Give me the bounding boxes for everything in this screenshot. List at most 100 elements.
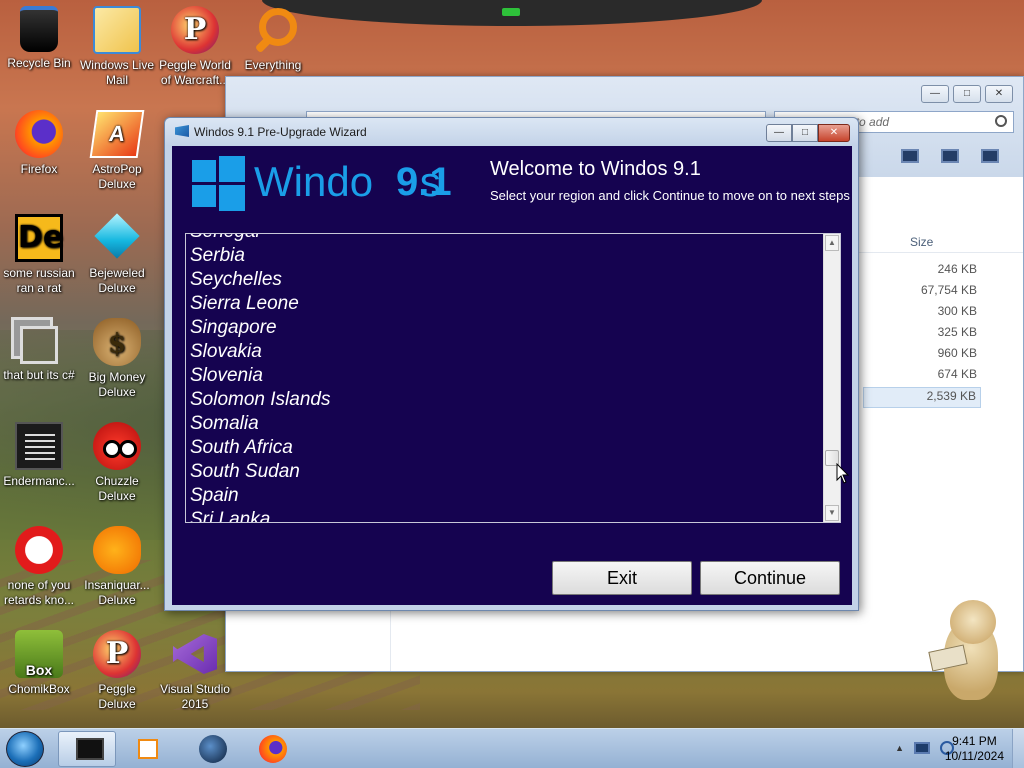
file-size[interactable]: 325 KB (863, 324, 977, 345)
wizard-maximize-button[interactable]: □ (792, 124, 818, 142)
show-hidden-icons-arrow-icon[interactable]: ▲ (895, 743, 904, 753)
desktop-icon-peggle-deluxe[interactable]: P Peggle Deluxe (78, 630, 156, 712)
taskbar-item-browser[interactable] (184, 731, 242, 767)
mail-icon (93, 6, 141, 54)
taskbar: ▲ 9:41 PM 10/11/2024 (0, 728, 1024, 768)
desktop-icon-label: Chuzzle Deluxe (95, 474, 139, 503)
desktop-icon-insaniquarium[interactable]: Insaniquar... Deluxe (78, 526, 156, 608)
region-list: Senegal Serbia Seychelles Sierra Leone S… (190, 234, 330, 522)
media-player-icon (138, 739, 158, 759)
desktop-icon-label: AstroPop Deluxe (92, 162, 142, 191)
taskbar-item-firefox[interactable] (244, 731, 302, 767)
continue-button[interactable]: Continue (700, 561, 840, 595)
desktop-icon-recycle-bin[interactable]: Recycle Bin (0, 6, 78, 71)
money-bag-icon: $ (93, 318, 141, 366)
desktop-icon-everything[interactable]: Everything (234, 6, 312, 73)
clock-time: 9:41 PM (952, 734, 997, 748)
scroll-down-arrow-icon[interactable]: ▼ (825, 505, 839, 521)
file-size[interactable]: 67,754 KB (863, 282, 977, 303)
scroll-up-arrow-icon[interactable]: ▲ (825, 235, 839, 251)
recycle-bin-icon (20, 6, 58, 52)
explorer-close-button[interactable]: ✕ (985, 85, 1013, 103)
region-item[interactable]: Solomon Islands (190, 388, 330, 412)
region-item[interactable]: Somalia (190, 412, 330, 436)
terminal-icon (15, 422, 63, 470)
upgrade-wizard-window[interactable]: Windos 9.1 Pre-Upgrade Wizard — □ ✕ Wind… (164, 117, 859, 611)
show-desktop-button[interactable] (1012, 729, 1024, 768)
desktop-icon-that-but-csharp[interactable]: that but its c# (0, 318, 78, 383)
fish-icon (93, 526, 141, 574)
help-icon[interactable] (981, 149, 999, 163)
wizard-minimize-button[interactable]: — (766, 124, 792, 142)
taskbar-clock[interactable]: 9:41 PM 10/11/2024 (945, 734, 1004, 764)
region-item[interactable]: Serbia (190, 244, 330, 268)
wizard-app-icon (175, 125, 189, 137)
desktop-icon-astropop[interactable]: A AstroPop Deluxe (78, 110, 156, 192)
wizard-title: Windos 9.1 Pre-Upgrade Wizard (194, 125, 367, 139)
file-size[interactable]: 960 KB (863, 345, 977, 366)
brand-version: 9.1 (396, 160, 452, 204)
region-item[interactable]: Slovakia (190, 340, 330, 364)
start-button[interactable] (6, 731, 44, 767)
region-item[interactable]: Sri Lanka (190, 508, 330, 522)
chomikbox-icon: Box (15, 630, 63, 678)
desktop-icon-endermanch[interactable]: Endermanc... (0, 422, 78, 489)
desktop-icon-chuzzle[interactable]: Chuzzle Deluxe (78, 422, 156, 504)
taskbar-item-media-player[interactable] (118, 731, 176, 767)
desktop-icon-visual-studio[interactable]: Visual Studio 2015 (156, 630, 234, 712)
clock-date: 10/11/2024 (944, 749, 1004, 763)
explorer-maximize-button[interactable]: □ (953, 85, 981, 103)
column-header-size[interactable]: Size (910, 235, 933, 249)
chuzzle-icon (93, 422, 141, 470)
region-item[interactable]: Seychelles (190, 268, 330, 292)
desktop-icon-label: Bejeweled Deluxe (89, 266, 145, 295)
window-icon (76, 738, 104, 760)
region-item[interactable]: South Africa (190, 436, 330, 460)
desktop-icon-russian-rat[interactable]: De some russian ran a rat (0, 214, 78, 296)
desktop-icon-label: Endermanc... (3, 474, 75, 488)
region-item[interactable]: Singapore (190, 316, 330, 340)
explorer-view-toolbar (901, 149, 999, 163)
file-size-selected[interactable]: 2,539 KB (863, 387, 981, 408)
file-size[interactable]: 300 KB (863, 303, 977, 324)
top-bezel (262, 0, 762, 26)
exit-button[interactable]: Exit (552, 561, 692, 595)
firefox-icon (15, 110, 63, 158)
mouse-cursor-icon (836, 463, 850, 484)
desktop-icon-peggle-wow[interactable]: P Peggle World of Warcraft... (156, 6, 234, 88)
desktop-icon-label: Insaniquar... Deluxe (84, 578, 150, 607)
desktop-icon-big-money[interactable]: $ Big Money Deluxe (78, 318, 156, 400)
wizard-close-button[interactable]: ✕ (818, 124, 850, 142)
wizard-titlebar[interactable]: Windos 9.1 Pre-Upgrade Wizard — □ ✕ (165, 118, 858, 146)
file-size[interactable]: 674 KB (863, 366, 977, 387)
region-listbox[interactable]: Senegal Serbia Seychelles Sierra Leone S… (185, 233, 841, 523)
desktop-icon-label: Windows Live Mail (79, 58, 155, 87)
search-icon[interactable] (995, 115, 1007, 127)
desktop-icon-label: Visual Studio 2015 (160, 682, 230, 711)
region-item[interactable]: Spain (190, 484, 330, 508)
explorer-minimize-button[interactable]: — (921, 85, 949, 103)
taskbar-item-wizard[interactable] (58, 731, 116, 767)
desktop-icon-label: Peggle World of Warcraft... (159, 58, 231, 87)
desktop-icon-label: Recycle Bin (7, 56, 71, 70)
desktop-icon-chomikbox[interactable]: Box ChomikBox (0, 630, 78, 697)
region-item[interactable]: Slovenia (190, 364, 330, 388)
magnifier-icon (251, 6, 297, 54)
desktop-icon-bejeweled[interactable]: Bejeweled Deluxe (78, 214, 156, 296)
desktop-icon-windows-live-mail[interactable]: Windows Live Mail (78, 6, 156, 88)
region-item[interactable]: South Sudan (190, 460, 330, 484)
desktop-icon-label: Everything (244, 58, 302, 72)
region-item[interactable]: Sierra Leone (190, 292, 330, 316)
desktop-icon-firefox[interactable]: Firefox (0, 110, 78, 177)
desktop-icon-label: that but its c# (3, 368, 75, 382)
preview-pane-icon[interactable] (941, 149, 959, 163)
desktop-icon-none-of-you[interactable]: none of you retards kno... (0, 526, 78, 608)
file-size[interactable]: 246 KB (863, 261, 977, 282)
display-icon[interactable] (914, 742, 930, 754)
hamster-mascot (928, 600, 1010, 710)
region-item[interactable]: Senegal (190, 234, 330, 244)
view-mode-icon[interactable] (901, 149, 919, 163)
desktop-icon-label: ChomikBox (8, 682, 70, 696)
wizard-body: Windo s 9.1 Welcome to Windos 9.1 Select… (172, 146, 852, 605)
visual-studio-icon (173, 630, 217, 678)
